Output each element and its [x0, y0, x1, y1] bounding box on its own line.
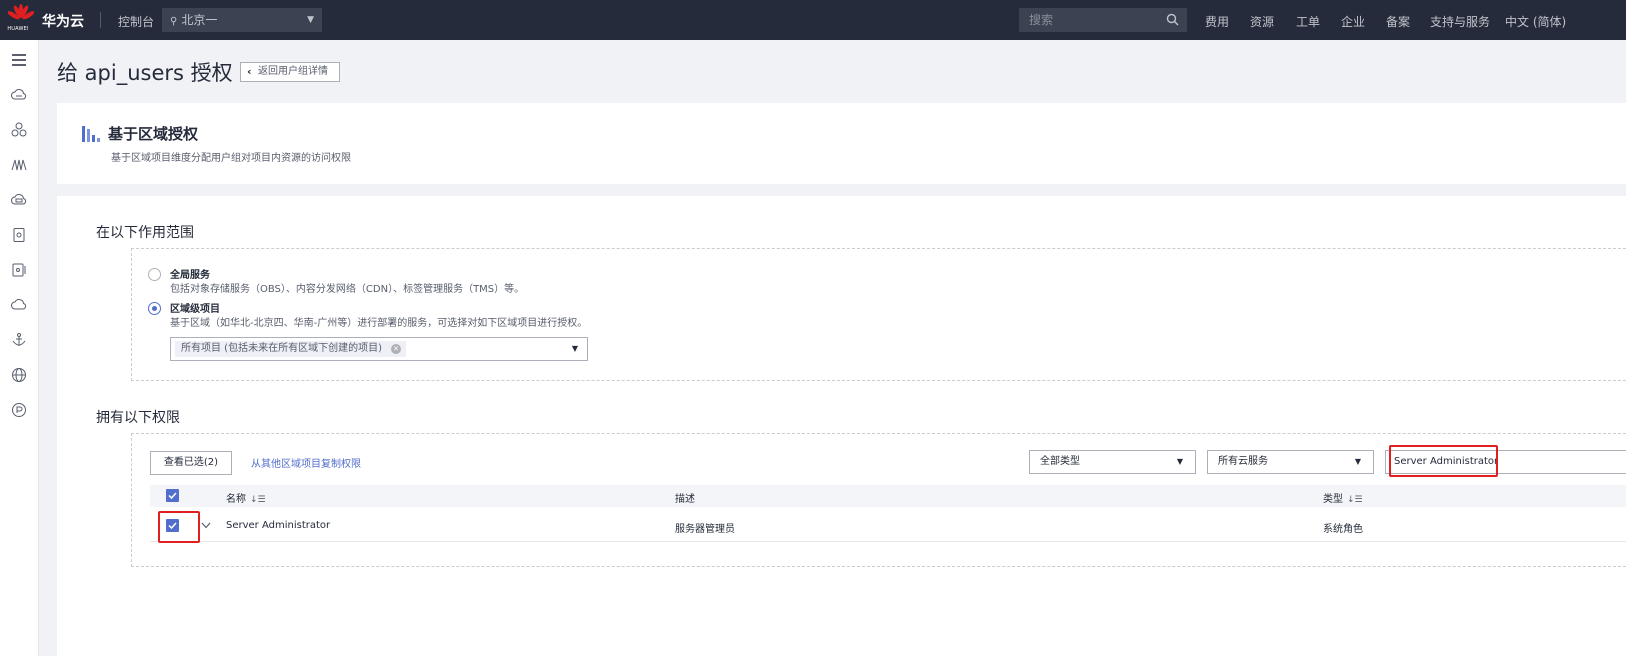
option-global-desc: 包括对象存储服务（OBS）、内容分发网络（CDN）、标签管理服务（TMS）等。: [170, 284, 525, 295]
checkbox-highlight-box: [158, 511, 200, 543]
divider: [100, 12, 101, 28]
nav-icp[interactable]: 备案: [1386, 13, 1410, 30]
select-all-checkbox[interactable]: [166, 489, 179, 502]
settings-icon[interactable]: [11, 402, 27, 418]
service-filter-dropdown[interactable]: 所有云服务 ▼: [1207, 450, 1374, 474]
scope-box: 全局服务 包括对象存储服务（OBS）、内容分发网络（CDN）、标签管理服务（TM…: [131, 248, 1626, 381]
nav-tickets[interactable]: 工单: [1296, 13, 1320, 30]
global-search-input[interactable]: 搜索: [1019, 8, 1187, 32]
chevron-down-icon: ▼: [571, 344, 578, 353]
option-region-title: 区域级项目: [170, 304, 220, 315]
service-filter-value: 所有云服务: [1218, 456, 1268, 467]
chevron-down-icon: ▼: [1354, 457, 1361, 466]
scope-heading: 在以下作用范围: [96, 225, 194, 241]
column-header-desc: 描述: [675, 490, 695, 505]
nav-support[interactable]: 支持与服务: [1430, 13, 1490, 30]
search-icon[interactable]: [1166, 13, 1179, 26]
chevron-down-icon: ▼: [307, 15, 314, 25]
cell-policy-type: 系统角色: [1323, 524, 1363, 535]
region-label: 北京一: [181, 13, 218, 27]
column-header-type[interactable]: 类型 ↓☰: [1323, 490, 1363, 505]
table-row[interactable]: Server Administrator 服务器管理员 系统角色: [150, 511, 1626, 542]
page-title: 给 api_users 授权: [57, 61, 233, 85]
region-bars-icon: [82, 126, 100, 142]
top-navbar: HUAWEI 华为云 控制台 ⚲ 北京一 ▼ 搜索 费用 资源 工单 企业 备案 …: [0, 0, 1626, 40]
type-filter-dropdown[interactable]: 全部类型 ▼: [1029, 450, 1196, 474]
back-button[interactable]: ‹ 返回用户组详情: [240, 62, 340, 82]
nav-enterprise[interactable]: 企业: [1341, 13, 1365, 30]
search-placeholder: 搜索: [1029, 13, 1054, 27]
deploy-icon[interactable]: [11, 332, 27, 348]
expand-chevron-icon[interactable]: [201, 522, 211, 529]
project-chip-label: 所有项目 (包括未来在所有区域下创建的项目): [181, 343, 382, 354]
permissions-box: 查看已选(2) 从其他区域项目复制权限 全部类型 ▼ 所有云服务 ▼ Serve…: [131, 433, 1626, 567]
section-header-card: 基于区域授权 基于区域项目维度分配用户组对项目内资源的访问权限: [57, 103, 1626, 184]
view-selected-button[interactable]: 查看已选(2): [150, 451, 232, 475]
copy-permissions-link[interactable]: 从其他区域项目复制权限: [251, 455, 361, 470]
menu-icon[interactable]: [11, 52, 27, 68]
search-highlight-box: [1389, 445, 1498, 477]
cell-policy-name: Server Administrator: [226, 520, 331, 531]
chevron-down-icon: ▼: [1176, 457, 1183, 466]
table-header: 名称 ↓☰ 描述 类型 ↓☰: [150, 485, 1626, 507]
back-button-label: 返回用户组详情: [258, 66, 328, 77]
container-icon[interactable]: [11, 262, 27, 278]
storage-icon[interactable]: [11, 192, 27, 208]
column-desc-label: 描述: [675, 494, 695, 505]
permissions-heading: 拥有以下权限: [96, 410, 180, 426]
nav-resources[interactable]: 资源: [1250, 13, 1274, 30]
console-link[interactable]: 控制台: [118, 13, 154, 30]
cloud-server-icon[interactable]: [11, 87, 27, 103]
project-chip: 所有项目 (包括未来在所有区域下创建的项目) ✕: [175, 341, 406, 357]
column-header-name[interactable]: 名称 ↓☰: [226, 490, 266, 505]
section-description: 基于区域项目维度分配用户组对项目内资源的访问权限: [111, 153, 351, 164]
sort-icon[interactable]: ↓☰: [250, 495, 266, 505]
cell-policy-desc: 服务器管理员: [675, 524, 735, 535]
service-sidebar: [0, 40, 39, 656]
monitor-icon[interactable]: [11, 157, 27, 173]
radio-global-service[interactable]: [148, 268, 161, 281]
database-icon[interactable]: [11, 227, 27, 243]
option-global-title: 全局服务: [170, 270, 210, 281]
remove-chip-icon[interactable]: ✕: [390, 344, 401, 354]
column-name-label: 名称: [226, 494, 246, 505]
chevron-left-icon: ‹: [247, 65, 252, 78]
section-title: 基于区域授权: [108, 125, 199, 143]
nav-language[interactable]: 中文 (简体): [1505, 13, 1566, 30]
network-icon[interactable]: [11, 122, 27, 138]
option-region-desc: 基于区域（如华北-北京四、华南-广州等）进行部署的服务，可选择对如下区域项目进行…: [170, 318, 588, 329]
location-pin-icon: ⚲: [170, 16, 178, 27]
type-filter-value: 全部类型: [1040, 456, 1080, 467]
authorization-form: 在以下作用范围 全局服务 包括对象存储服务（OBS）、内容分发网络（CDN）、标…: [57, 196, 1626, 656]
sort-icon[interactable]: ↓☰: [1347, 495, 1363, 505]
brand-name[interactable]: 华为云: [42, 11, 84, 31]
logo-text: HUAWEI: [7, 26, 29, 32]
column-type-label: 类型: [1323, 494, 1343, 505]
region-selector[interactable]: ⚲ 北京一 ▼: [162, 8, 322, 32]
globe-icon[interactable]: [11, 367, 27, 383]
cloud-icon[interactable]: [11, 297, 27, 313]
nav-billing[interactable]: 费用: [1205, 13, 1229, 30]
radio-region-project[interactable]: [148, 302, 161, 315]
project-select[interactable]: 所有项目 (包括未来在所有区域下创建的项目) ✕ ▼: [170, 337, 588, 361]
